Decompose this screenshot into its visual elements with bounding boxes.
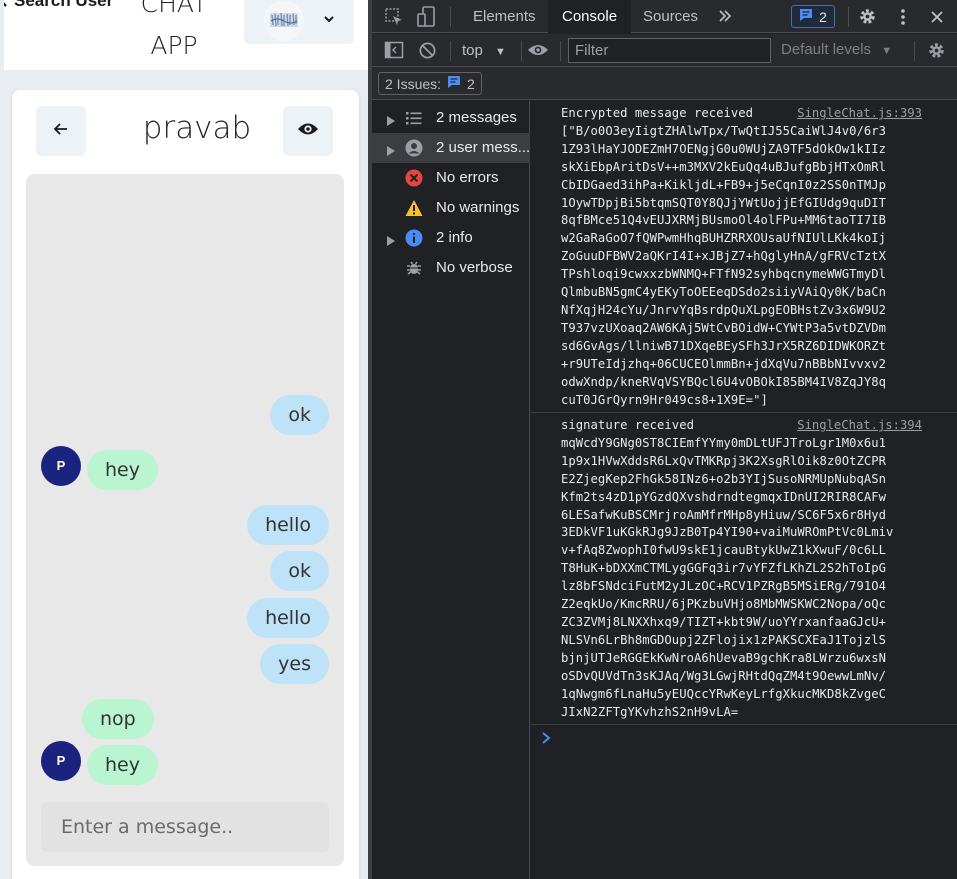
message-bubble: hello [247,505,329,545]
expand-arrow-icon[interactable] [387,143,395,156]
dropdown-arrow-icon: ▼ [495,46,506,58]
messages-area: ok P hey hello ok hello yes nop P hey [26,174,344,866]
tab-sources[interactable]: Sources [629,0,712,33]
chat-app: Search User CHAT APP pravab ok P hey hel… [0,0,372,879]
chevron-down-icon [322,12,336,26]
sidebar-item-errors[interactable]: No errors [372,163,530,193]
chat-box: pravab ok P hey hello ok hello yes nop P… [12,90,359,879]
filter-input[interactable] [568,38,771,63]
message-input[interactable] [41,802,329,852]
sender-avatar[interactable]: P [41,741,81,781]
issues-bar: 2 Issues: 2 [372,67,957,100]
issues-badge[interactable]: 2 [791,5,835,28]
expand-arrow-icon[interactable] [387,233,395,246]
message-icon [447,75,461,92]
log-entry: Encrypted message received ["B/o0O3eyIig… [531,101,957,413]
log-entry: signature received mqWcdY9GNg0ST8CIEmfYY… [531,413,957,725]
console-sidebar: 2 messages 2 user mess... No errors No w… [372,101,530,879]
console-output: Encrypted message received ["B/o0O3eyIig… [531,101,957,879]
devtools-tab-bar: Elements Console Sources 2 [372,0,957,33]
sidebar-item-verbose[interactable]: No verbose [372,253,530,283]
list-icon [405,109,423,127]
user-icon [405,139,423,157]
back-button[interactable] [36,106,86,156]
bug-icon [405,259,423,277]
more-options-icon[interactable] [893,7,912,26]
devtools-panel: Elements Console Sources 2 top ▼ Filter … [372,0,957,879]
console-toolbar: top ▼ Default levels ▼ [372,34,957,67]
sidebar-toggle-icon[interactable] [384,41,404,59]
sidebar-item-messages[interactable]: 2 messages [372,103,530,133]
console-settings-gear-icon[interactable] [927,41,946,60]
search-icon [4,0,8,13]
sidebar-item-info[interactable]: 2 info [372,223,530,253]
close-icon[interactable] [928,8,945,25]
message-icon [799,8,813,25]
tab-console[interactable]: Console [548,0,632,33]
device-toolbar-icon[interactable] [416,6,436,28]
live-expression-eye-icon[interactable] [527,42,549,58]
error-icon [405,169,423,187]
more-tabs-icon[interactable] [718,9,732,23]
message-bubble: nop [82,699,154,739]
app-header: Search User CHAT APP [4,0,368,70]
sidebar-item-warnings[interactable]: No warnings [372,193,530,223]
app-title: CHAT APP [140,0,208,60]
sidebar-item-user-messages[interactable]: 2 user mess... [372,133,530,163]
issues-link[interactable]: 2 Issues: 2 [378,72,482,95]
log-source-link[interactable]: SingleChat.js:394 [797,417,922,435]
log-levels-dropdown[interactable]: Default levels ▼ [781,41,892,58]
settings-gear-icon[interactable] [858,7,877,26]
view-profile-button[interactable] [283,106,333,156]
dropdown-arrow-icon: ▼ [881,45,893,57]
expand-arrow-icon[interactable] [387,113,395,126]
message-bubble: ok [270,551,329,591]
search-user-button[interactable]: Search User [4,0,113,16]
log-source-link[interactable]: SingleChat.js:393 [797,105,922,123]
tab-elements[interactable]: Elements [459,0,550,33]
user-avatar [264,1,304,41]
log-message: Encrypted message received ["B/o0O3eyIig… [561,106,887,407]
eye-icon [297,121,319,142]
message-bubble: yes [260,644,329,684]
message-bubble: hey [87,745,158,785]
console-prompt-icon[interactable] [541,731,551,744]
warning-icon [405,199,423,217]
message-bubble: hello [247,598,329,638]
info-icon [405,229,423,247]
chat-title: pravab [142,110,252,146]
inspect-element-icon[interactable] [384,7,404,27]
message-bubble: hey [87,450,158,490]
clear-console-icon[interactable] [418,41,437,60]
issues-badge-count: 2 [819,8,827,25]
arrow-left-icon [53,121,69,142]
profile-menu-button[interactable] [244,0,354,44]
sender-avatar[interactable]: P [41,446,81,486]
search-user-label: Search User [14,0,114,10]
message-bubble: ok [270,395,329,435]
context-selector[interactable]: top ▼ [462,40,506,62]
log-message: signature received mqWcdY9GNg0ST8CIEmfYY… [561,418,894,719]
